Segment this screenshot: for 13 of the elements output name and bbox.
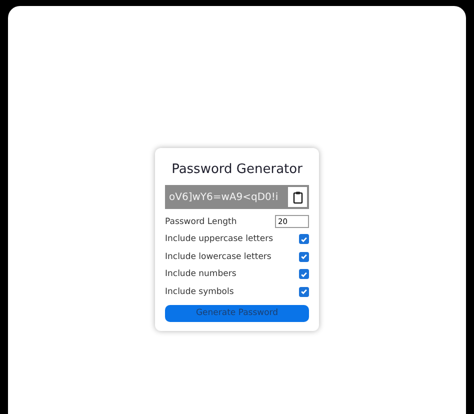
card-title: Password Generator [170, 162, 304, 177]
option-label: Include symbols [165, 286, 234, 297]
option-label: Include uppercase letters [165, 234, 274, 244]
password-text: oV6]wY6=wA9<qD0!i [169, 192, 280, 202]
option-checkbox[interactable] [299, 252, 309, 262]
option-label: Include lowercase letters [165, 252, 272, 262]
option-checkbox[interactable] [299, 234, 309, 244]
clipboard-icon [292, 190, 302, 204]
copy-button[interactable] [288, 187, 307, 207]
option-checkbox[interactable] [299, 286, 309, 297]
option-label: Password Length [165, 216, 237, 227]
option-checkbox[interactable] [299, 269, 309, 280]
option-label: Include numbers [165, 269, 236, 280]
